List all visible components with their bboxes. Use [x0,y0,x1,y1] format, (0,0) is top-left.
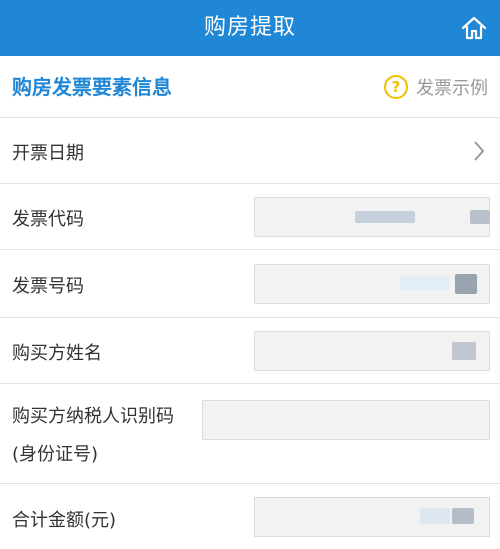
chevron-right-icon [474,141,485,161]
buyer-tax-id-label: 购买方纳税人识别码 [12,406,174,427]
section-header: 购房发票要素信息 ? 发票示例 [0,56,500,118]
app-header: 购房提取 [0,0,500,56]
home-icon [461,16,487,40]
invoice-number-row: 发票号码 [0,250,500,318]
home-button[interactable] [456,10,492,46]
redacted-mask [452,342,476,360]
buyer-tax-id-row: 购买方纳税人识别码 (身份证号) [0,384,500,484]
section-title: 购房发票要素信息 [12,75,172,99]
buyer-tax-id-input[interactable] [202,400,490,440]
redacted-mask [455,274,477,294]
redacted-mask [470,210,490,224]
total-amount-row: 合计金额(元) [0,484,500,549]
invoice-date-label: 开票日期 [12,143,84,164]
invoice-sample-label: 发票示例 [416,78,488,99]
question-icon: ? [384,75,408,99]
invoice-code-label: 发票代码 [12,209,84,230]
buyer-tax-id-sublabel: (身份证号) [12,444,99,465]
redacted-mask [400,276,450,290]
buyer-name-label: 购买方姓名 [12,343,102,364]
redacted-mask [355,211,415,223]
invoice-date-row[interactable]: 开票日期 [0,118,500,184]
buyer-name-row: 购买方姓名 [0,318,500,384]
redacted-mask [452,508,474,524]
page-title: 购房提取 [203,15,296,40]
invoice-sample-link[interactable]: ? 发票示例 [384,56,488,118]
redacted-mask [420,508,450,524]
total-amount-label: 合计金额(元) [12,510,117,531]
invoice-number-label: 发票号码 [12,276,84,297]
invoice-code-row: 发票代码 [0,184,500,250]
